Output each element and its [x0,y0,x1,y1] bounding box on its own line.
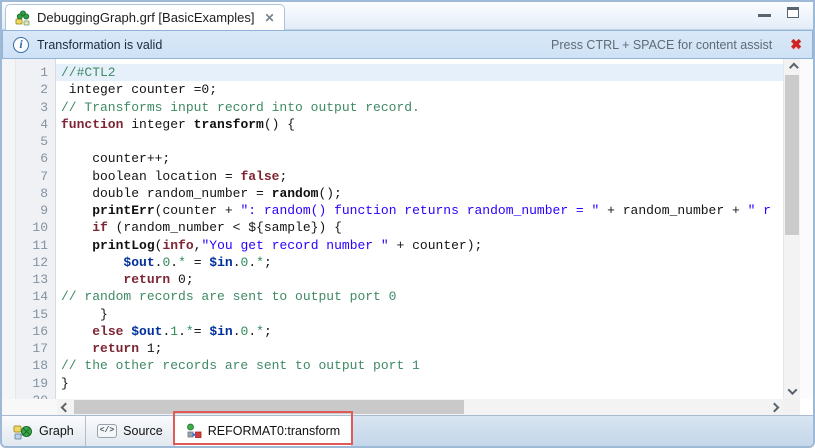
clover-graph-file-icon [15,10,31,26]
horizontal-scrollbar[interactable] [57,399,783,415]
editor-right-margin [800,59,813,399]
tab-graph-label: Graph [39,424,74,438]
reformat-component-icon [186,423,202,439]
code-line[interactable]: printLog(info,"You get record number " +… [56,237,783,254]
code-line[interactable]: //#CTL2 [56,64,783,81]
scroll-up-icon[interactable] [784,59,801,75]
code-line[interactable]: else $out.1.*= $in.0.*; [56,323,783,340]
gutter-numbers: 1234567891011121314151617181920 [2,64,48,399]
tab-source-label: Source [123,424,163,438]
code-line[interactable]: boolean location = false; [56,168,783,185]
scrollbar-filler-left [2,399,57,415]
bottom-tab-bar: Graph </> Source REFORMAT0:transform [2,415,813,446]
code-line[interactable]: counter++; [56,150,783,167]
code-line[interactable]: return 1; [56,340,783,357]
code-line[interactable]: // the other records are sent to output … [56,357,783,374]
code-line[interactable]: printErr(counter + ": random() function … [56,202,783,219]
code-area[interactable]: //#CTL2 integer counter =0;// Transforms… [56,59,783,399]
graph-icon [13,423,33,440]
top-tab-bar: DebuggingGraph.grf [BasicExamples] ✕ [2,2,813,30]
tab-title: DebuggingGraph.grf [BasicExamples] [37,10,255,25]
code-line[interactable]: integer counter =0; [56,81,783,98]
tab-close-icon[interactable]: ✕ [265,11,275,25]
source-code-icon: </> [97,424,117,438]
maximize-icon[interactable] [787,7,799,18]
code-line[interactable]: double random_number = random(); [56,185,783,202]
code-line[interactable]: } [56,375,783,392]
code-line[interactable]: function integer transform() { [56,116,783,133]
scroll-left-icon[interactable] [57,399,74,415]
code-line[interactable]: return 0; [56,271,783,288]
code-line[interactable]: // Transforms input record into output r… [56,99,783,116]
code-line[interactable]: $out.0.* = $in.0.*; [56,254,783,271]
editor-window: DebuggingGraph.grf [BasicExamples] ✕ i T… [0,0,815,448]
scroll-down-icon[interactable] [784,383,801,399]
code-lines: //#CTL2 integer counter =0;// Transforms… [56,64,783,399]
code-line[interactable]: // random records are sent to output por… [56,288,783,305]
code-line[interactable] [56,133,783,150]
scrollbar-corner [783,399,800,415]
vertical-scrollbar-thumb[interactable] [785,75,799,235]
code-line[interactable] [56,392,783,399]
tab-reformat0-label: REFORMAT0:transform [208,424,340,438]
validation-bar: i Transformation is valid Press CTRL + S… [2,30,813,59]
validation-message: Transformation is valid [37,38,162,52]
code-line[interactable]: if (random_number < ${sample}) { [56,219,783,236]
code-line[interactable]: } [56,306,783,323]
vertical-scrollbar[interactable] [783,59,800,399]
tab-source[interactable]: </> Source [86,416,175,446]
scroll-right-icon[interactable] [766,399,783,415]
code-editor: 1234567891011121314151617181920 //#CTL2 … [2,59,813,399]
tab-reformat0-transform[interactable]: REFORMAT0:transform [175,416,352,446]
horizontal-scrollbar-thumb[interactable] [74,400,464,414]
tab-graph[interactable]: Graph [2,416,86,446]
minimize-icon[interactable] [758,8,771,17]
info-icon: i [13,37,29,53]
dismiss-bar-icon[interactable]: ✖ [790,36,802,53]
tab-debugginggraph[interactable]: DebuggingGraph.grf [BasicExamples] ✕ [5,4,285,30]
line-number-gutter[interactable]: 1234567891011121314151617181920 [2,59,56,399]
content-assist-hint: Press CTRL + SPACE for content assist [551,38,772,52]
